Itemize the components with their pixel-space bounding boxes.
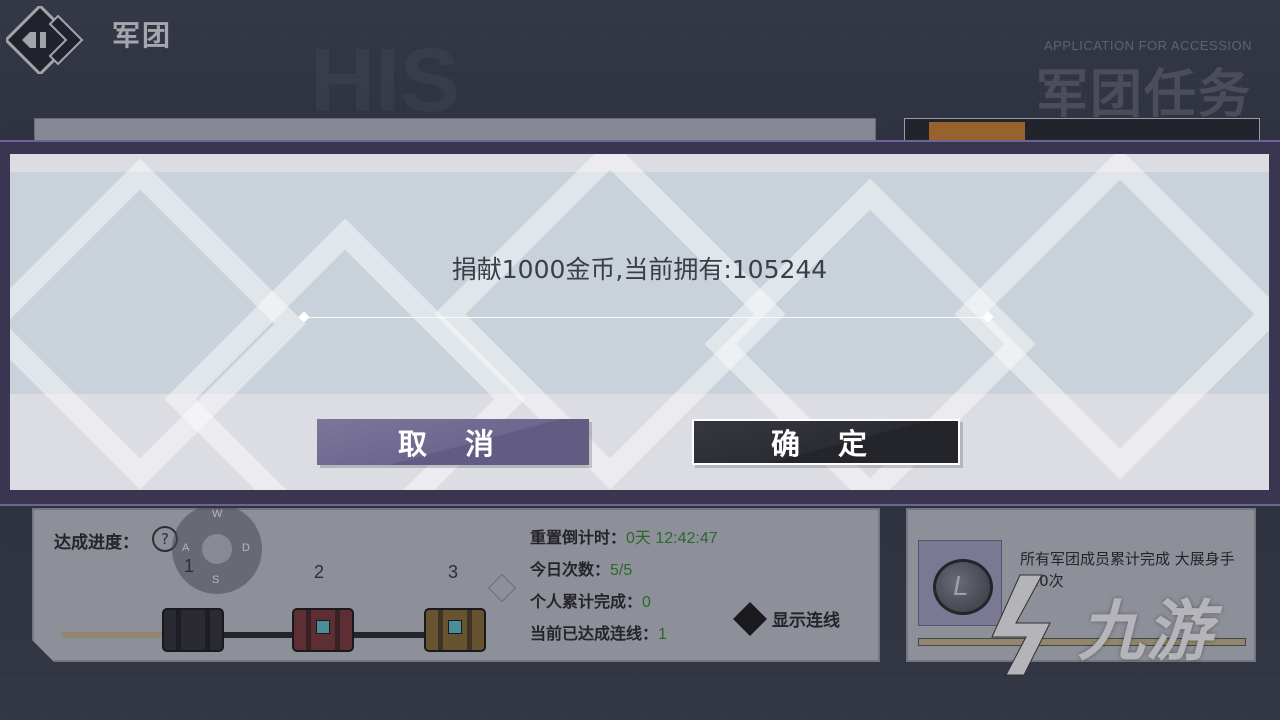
separator-line [304,317,988,318]
cancel-button[interactable]: 取 消 [317,419,589,465]
confirm-button[interactable]: 确 定 [692,419,960,465]
donate-dialog: 捐献1000金币,当前拥有:105244 取 消 确 定 [10,154,1269,490]
dialog-message: 捐献1000金币,当前拥有:105244 [451,255,828,284]
dialog-diamond-pattern [10,154,1269,490]
